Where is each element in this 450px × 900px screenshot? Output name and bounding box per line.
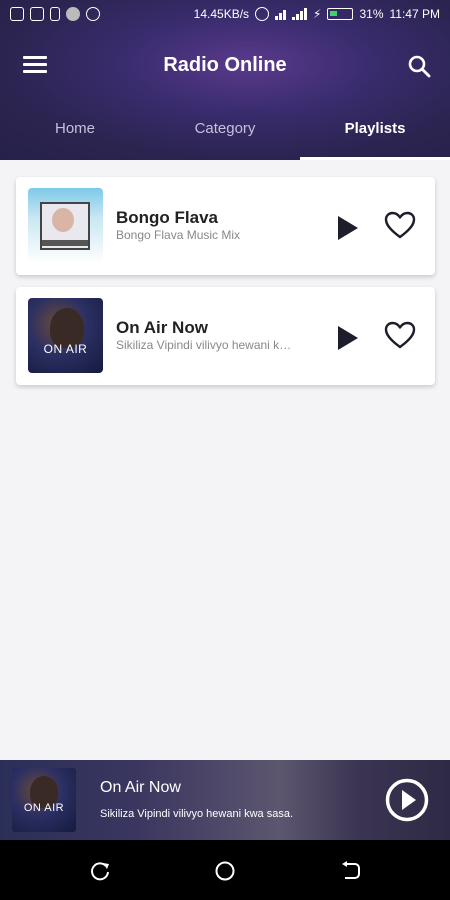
- playlist-subtitle: Bongo Flava Music Mix: [116, 228, 241, 242]
- playlist-list: Bongo Flava Bongo Flava Music Mix ON AIR…: [16, 177, 435, 397]
- recent-apps-icon[interactable]: [89, 860, 111, 882]
- cast-icon: [30, 7, 44, 21]
- hotspot-icon: [255, 7, 270, 21]
- thumbnail-label: ON AIR: [23, 802, 65, 814]
- app-title: Radio Online: [163, 54, 287, 76]
- tab-category[interactable]: Category: [150, 100, 300, 160]
- instagram-icon: [10, 7, 24, 21]
- playlist-title: On Air Now: [116, 318, 208, 337]
- status-bar: 14.45KB/s ⚡ 31% 11:47 PM: [0, 0, 450, 30]
- play-icon[interactable]: [336, 214, 360, 242]
- battery-icon: [327, 8, 354, 20]
- playlist-card[interactable]: Bongo Flava Bongo Flava Music Mix: [16, 177, 435, 275]
- mini-player[interactable]: ON AIR On Air Now Sikiliza Vipindi viliv…: [0, 760, 450, 840]
- home-icon[interactable]: [214, 860, 236, 882]
- battery-percent: 31%: [359, 7, 384, 21]
- player-subtitle: Sikiliza Vipindi vilivyo hewani kwa sasa…: [100, 808, 293, 820]
- app-bar: Radio Online: [0, 30, 450, 100]
- signal-icon: [275, 8, 287, 20]
- clock: 11:47 PM: [389, 7, 440, 21]
- target-icon: [86, 7, 100, 21]
- back-icon[interactable]: [340, 860, 362, 882]
- player-title: On Air Now: [100, 779, 181, 796]
- playlist-subtitle: Sikiliza Vipindi vilivyo hewani kwa sasa…: [116, 338, 296, 352]
- play-icon[interactable]: [336, 324, 360, 352]
- playlist-title: Bongo Flava: [116, 208, 219, 227]
- thumbnail-label: ON AIR: [43, 342, 88, 356]
- tab-playlists[interactable]: Playlists: [300, 100, 450, 160]
- tab-bar: Home Category Playlists: [0, 100, 450, 160]
- player-thumbnail: ON AIR: [12, 768, 76, 832]
- status-right: 14.45KB/s ⚡ 31% 11:47 PM: [194, 7, 440, 21]
- phone-icon: [50, 7, 60, 21]
- dot-icon: [66, 7, 80, 21]
- system-nav-bar: [0, 840, 450, 900]
- tab-home[interactable]: Home: [0, 100, 150, 160]
- playlist-thumbnail: ON AIR: [28, 298, 103, 373]
- search-icon[interactable]: [407, 54, 431, 78]
- heart-icon[interactable]: [384, 320, 416, 350]
- playlist-thumbnail: [28, 188, 103, 263]
- play-circle-icon[interactable]: [385, 778, 429, 822]
- network-speed: 14.45KB/s: [193, 7, 250, 21]
- playlist-card[interactable]: ON AIR On Air Now Sikiliza Vipindi viliv…: [16, 287, 435, 385]
- app-header: 14.45KB/s ⚡ 31% 11:47 PM Radio Online Ho…: [0, 0, 450, 160]
- heart-icon[interactable]: [384, 210, 416, 240]
- charging-icon: ⚡: [313, 7, 322, 21]
- signal-icon-2: [292, 8, 308, 20]
- status-left-icons: [10, 7, 100, 21]
